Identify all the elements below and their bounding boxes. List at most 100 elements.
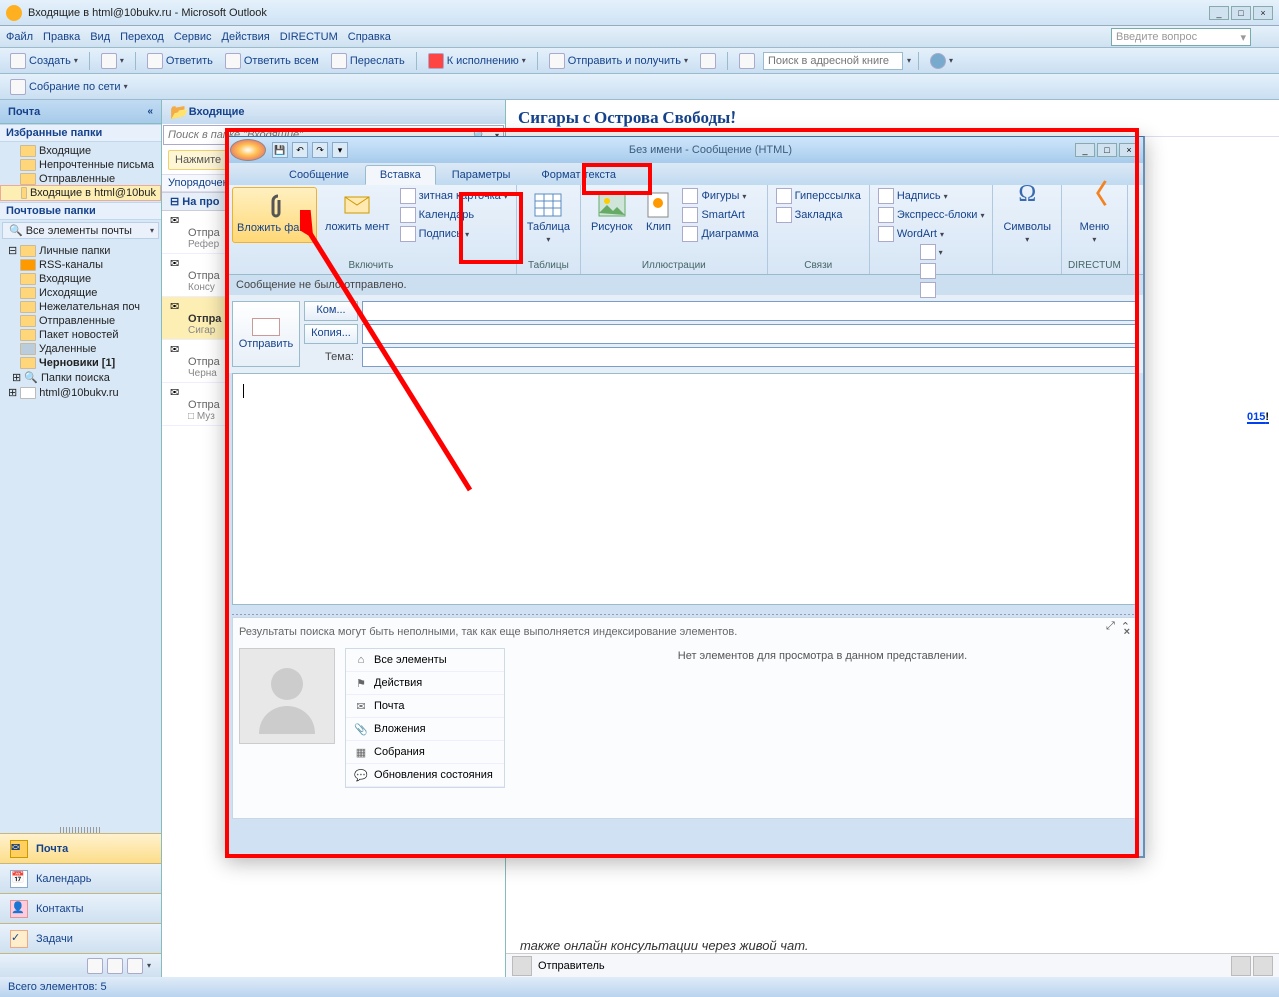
qat-more-icon[interactable]: ▾ bbox=[332, 142, 348, 158]
people-icon[interactable] bbox=[1253, 956, 1273, 976]
people-mail[interactable]: ✉Почта bbox=[346, 695, 504, 718]
notes-icon[interactable] bbox=[87, 958, 103, 974]
menu-tools[interactable]: Сервис bbox=[174, 31, 212, 43]
flag-button[interactable]: К исполнению▾ bbox=[424, 52, 530, 70]
nav-mail-button[interactable]: ✉Почта bbox=[0, 833, 161, 863]
window-minimize[interactable]: _ bbox=[1209, 6, 1229, 20]
tree-personal[interactable]: ⊟ Личные папки bbox=[0, 243, 161, 258]
pane-collapse-icon[interactable]: ⌃ bbox=[1121, 620, 1130, 633]
signature-button[interactable]: Подпись ▾ bbox=[398, 225, 510, 243]
wordart-button[interactable]: WordArt ▾ bbox=[876, 225, 987, 243]
tab-format[interactable]: Формат текста bbox=[526, 165, 631, 185]
text-extra2[interactable] bbox=[918, 262, 945, 280]
bookmark-button[interactable]: Закладка bbox=[774, 206, 863, 224]
to-button[interactable]: Ком... bbox=[304, 301, 358, 321]
fav-inbox[interactable]: Входящие bbox=[0, 144, 161, 158]
ask-question-input[interactable]: Введите вопрос ▾ bbox=[1111, 28, 1251, 46]
attach-item-button[interactable]: ложить мент bbox=[321, 187, 394, 243]
tree-deleted[interactable]: Удаленные bbox=[0, 342, 161, 356]
qat-undo-icon[interactable]: ↶ bbox=[292, 142, 308, 158]
menu-directum[interactable]: DIRECTUM bbox=[280, 31, 338, 43]
reply-button[interactable]: Ответить bbox=[143, 52, 217, 70]
tree-rss[interactable]: RSS-каналы bbox=[0, 258, 161, 272]
people-icon[interactable] bbox=[1231, 956, 1251, 976]
tab-insert[interactable]: Вставка bbox=[365, 165, 436, 185]
nav-shortcut-bar[interactable]: ▾ bbox=[0, 953, 161, 977]
reply-all-button[interactable]: Ответить всем bbox=[221, 52, 323, 70]
menu-edit[interactable]: Правка bbox=[43, 31, 80, 43]
sendreceive-button[interactable]: Отправить и получить ▾ bbox=[545, 52, 692, 70]
nav-contacts-button[interactable]: 👤Контакты bbox=[0, 893, 161, 923]
textbox-button[interactable]: Надпись ▾ bbox=[876, 187, 987, 205]
nav-tasks-button[interactable]: ✓Задачи bbox=[0, 923, 161, 953]
window-restore[interactable]: □ bbox=[1231, 6, 1251, 20]
menu-go[interactable]: Переход bbox=[120, 31, 164, 43]
attach-file-button[interactable]: Вложить файл bbox=[232, 187, 317, 243]
fav-unread[interactable]: Непрочтенные письма bbox=[0, 158, 161, 172]
to-input[interactable] bbox=[362, 301, 1137, 321]
addressbook-search-input[interactable] bbox=[763, 52, 903, 70]
people-updates[interactable]: 💬Обновления состояния bbox=[346, 764, 504, 787]
print-button[interactable]: ▾ bbox=[97, 52, 128, 70]
compose-maximize[interactable]: □ bbox=[1097, 143, 1117, 157]
favorite-folders-header[interactable]: Избранные папки bbox=[0, 124, 161, 142]
cc-button[interactable]: Копия... bbox=[304, 324, 358, 344]
people-all-items[interactable]: ⌂Все элементы bbox=[346, 649, 504, 672]
menu-actions[interactable]: Действия bbox=[222, 31, 270, 43]
compose-body[interactable] bbox=[232, 373, 1137, 605]
tree-outbox[interactable]: Исходящие bbox=[0, 286, 161, 300]
subject-input[interactable] bbox=[362, 347, 1137, 367]
menu-file[interactable]: Файл bbox=[6, 31, 33, 43]
tree-inbox[interactable]: Входящие bbox=[0, 272, 161, 286]
mail-folders-header[interactable]: Почтовые папки bbox=[0, 202, 161, 220]
quickparts-button[interactable]: Экспресс-блоки ▾ bbox=[876, 206, 987, 224]
online-meeting-button[interactable]: Собрание по сети ▾ bbox=[6, 78, 132, 96]
chart-button[interactable]: Диаграмма bbox=[680, 225, 760, 243]
picture-button[interactable]: Рисунок bbox=[587, 187, 637, 243]
move-button[interactable] bbox=[696, 52, 720, 70]
shortcuts-icon[interactable] bbox=[127, 958, 143, 974]
tree-sent[interactable]: Отправленные bbox=[0, 314, 161, 328]
menu-help[interactable]: Справка bbox=[348, 31, 391, 43]
calendar-button[interactable]: Календарь bbox=[398, 206, 510, 224]
window-close[interactable]: × bbox=[1253, 6, 1273, 20]
smartart-button[interactable]: SmartArt bbox=[680, 206, 760, 224]
tab-message[interactable]: Сообщение bbox=[274, 165, 364, 185]
pane-expand-icon[interactable]: ⤢ bbox=[1106, 620, 1115, 633]
tree-drafts[interactable]: Черновики [1] bbox=[0, 356, 161, 370]
tree-account[interactable]: ⊞ html@10bukv.ru bbox=[0, 385, 161, 400]
qat-save-icon[interactable]: 💾 bbox=[272, 142, 288, 158]
compose-close[interactable]: × bbox=[1119, 143, 1139, 157]
tab-options[interactable]: Параметры bbox=[437, 165, 526, 185]
people-attachments[interactable]: 📎Вложения bbox=[346, 718, 504, 741]
shapes-button[interactable]: Фигуры ▾ bbox=[680, 187, 760, 205]
table-button[interactable]: Таблица▾ bbox=[523, 187, 574, 247]
nav-calendar-button[interactable]: 📅Календарь bbox=[0, 863, 161, 893]
text-extra3[interactable] bbox=[918, 281, 945, 299]
addressbook-button[interactable] bbox=[735, 52, 759, 70]
compose-minimize[interactable]: _ bbox=[1075, 143, 1095, 157]
fav-sent[interactable]: Отправленные bbox=[0, 172, 161, 186]
business-card-button[interactable]: зитная карточка ▾ bbox=[398, 187, 510, 205]
symbols-button[interactable]: ΩСимволы▾ bbox=[999, 187, 1055, 247]
tree-junk[interactable]: Нежелательная поч bbox=[0, 300, 161, 314]
all-mail-items[interactable]: 🔍 Все элементы почты ▾ bbox=[2, 222, 159, 239]
fav-inbox-account[interactable]: Входящие в html@10buk bbox=[0, 185, 161, 201]
help-button[interactable]: ▾ bbox=[926, 52, 957, 70]
new-button[interactable]: Создать ▾ bbox=[6, 52, 82, 70]
menu-view[interactable]: Вид bbox=[90, 31, 110, 43]
office-orb-icon[interactable] bbox=[230, 139, 266, 161]
year-link-fragment[interactable]: 015! bbox=[1247, 400, 1269, 426]
send-button[interactable]: Отправить bbox=[232, 301, 300, 367]
clip-button[interactable]: Клип bbox=[638, 187, 678, 243]
people-meetings[interactable]: ▦Собрания bbox=[346, 741, 504, 764]
tree-news[interactable]: Пакет новостей bbox=[0, 328, 161, 342]
text-extra1[interactable]: ▾ bbox=[918, 243, 945, 261]
directum-menu-button[interactable]: 〈Меню▾ bbox=[1074, 187, 1114, 247]
tree-searchfolders[interactable]: ⊞ 🔍 Папки поиска bbox=[0, 370, 161, 385]
hyperlink-button[interactable]: Гиперссылка bbox=[774, 187, 863, 205]
people-actions[interactable]: ⚑Действия bbox=[346, 672, 504, 695]
cc-input[interactable] bbox=[362, 324, 1137, 344]
qat-redo-icon[interactable]: ↷ bbox=[312, 142, 328, 158]
folders-icon[interactable] bbox=[107, 958, 123, 974]
